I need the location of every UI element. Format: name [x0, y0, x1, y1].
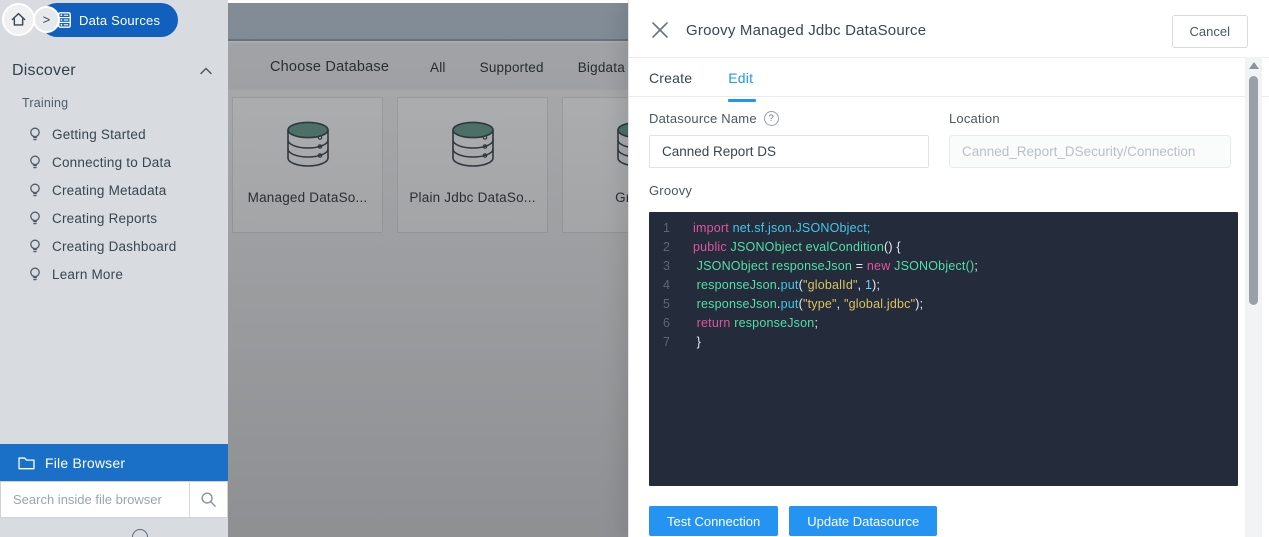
search-button[interactable]	[189, 482, 227, 517]
code-line-2: 2public JSONObject evalCondition() {	[649, 240, 1238, 259]
tab-create[interactable]: Create	[649, 70, 692, 102]
sidebar-item-label: Creating Dashboard	[52, 239, 176, 254]
filter-tab-supported[interactable]: Supported	[480, 60, 544, 75]
datasource-name-label: Datasource Name ?	[649, 111, 779, 126]
sidebar-item-connecting-to-data[interactable]: Connecting to Data	[0, 148, 228, 176]
database-cylinder-icon	[444, 116, 502, 172]
groovy-code-editor[interactable]: 1import net.sf.json.JSONObject;2public J…	[649, 212, 1238, 486]
drawer-tabs: Create Edit	[649, 70, 753, 102]
choose-database-title: Choose Database	[270, 59, 389, 75]
code-line-5: 5 responseJson.put("type", "global.jdbc"…	[649, 297, 1238, 316]
code-line-7: 7 }	[649, 335, 1238, 354]
folder-icon	[18, 456, 35, 470]
lightbulb-icon	[28, 267, 42, 282]
file-browser-search	[0, 481, 228, 518]
lightbulb-icon	[28, 127, 42, 142]
training-section-label: Training	[0, 80, 228, 110]
sidebar-item-creating-reports[interactable]: Creating Reports	[0, 204, 228, 232]
drawer-title: Groovy Managed Jdbc DataSource	[686, 22, 926, 39]
line-number: 7	[649, 335, 675, 354]
app-root: Data Sources > Discover Training Getting…	[0, 0, 1269, 537]
discover-header: Discover	[0, 44, 228, 80]
line-number: 6	[649, 316, 675, 335]
groovy-label: Groovy	[649, 183, 692, 198]
filter-tab-bigdata[interactable]: Bigdata	[578, 60, 625, 75]
database-filters: All Supported Bigdata	[430, 60, 625, 75]
line-number: 4	[649, 278, 675, 297]
main-top-strip	[228, 0, 628, 3]
close-icon[interactable]	[651, 21, 669, 39]
main-toolbar	[228, 3, 628, 41]
line-number: 2	[649, 240, 675, 259]
drawer-actions: Test Connection Update Datasource	[649, 506, 937, 536]
line-number: 5	[649, 297, 675, 316]
datasource-name-input[interactable]	[649, 135, 929, 168]
breadcrumb-chevron[interactable]: >	[33, 6, 60, 33]
lightbulb-icon	[28, 211, 42, 226]
breadcrumb-home-button[interactable]	[2, 3, 35, 36]
line-number: 1	[649, 221, 675, 240]
tab-edit[interactable]: Edit	[728, 70, 753, 102]
code-line-6: 6 return responseJson;	[649, 316, 1238, 335]
sidebar-item-learn-more[interactable]: Learn More	[0, 260, 228, 288]
file-browser-label: File Browser	[45, 455, 125, 471]
sidebar-item-label: Getting Started	[52, 127, 146, 142]
sidebar-item-label: Creating Metadata	[52, 183, 166, 198]
file-browser-button[interactable]: File Browser	[0, 444, 228, 481]
sidebar-nav: Getting Started Connecting to Data Creatin…	[0, 120, 228, 288]
sidebar-item-getting-started[interactable]: Getting Started	[0, 120, 228, 148]
divider	[629, 96, 1269, 97]
update-datasource-button[interactable]: Update Datasource	[789, 506, 937, 536]
database-card-plain-jdbc-dataso-[interactable]: Plain Jdbc DataSo...	[397, 97, 548, 233]
chevron-right-icon: >	[43, 12, 51, 27]
database-cylinder-icon	[609, 116, 629, 172]
lightbulb-icon	[28, 183, 42, 198]
breadcrumb-current-data-sources[interactable]: Data Sources	[40, 3, 178, 37]
test-connection-button[interactable]: Test Connection	[649, 506, 778, 536]
database-cylinder-icon	[279, 116, 337, 172]
search-icon	[200, 491, 217, 508]
drawer-scrollbar	[1245, 57, 1262, 537]
home-icon	[10, 11, 27, 28]
database-card-label: Groovy	[569, 190, 628, 205]
sidebar-item-creating-dashboard[interactable]: Creating Dashboard	[0, 232, 228, 260]
sidebar-item-label: Learn More	[52, 267, 123, 282]
scrollbar-thumb[interactable]	[1249, 76, 1258, 305]
main-content: Choose Database All Supported Bigdata Mana…	[228, 0, 628, 537]
discover-title: Discover	[12, 62, 76, 80]
sidebar-item-creating-metadata[interactable]: Creating Metadata	[0, 176, 228, 204]
database-card-groovy[interactable]: Groovy	[562, 97, 628, 233]
datasource-drawer: Groovy Managed Jdbc DataSource Cancel Cr…	[628, 0, 1269, 537]
filter-tab-all[interactable]: All	[430, 60, 446, 75]
database-card-label: Managed DataSo...	[239, 190, 376, 205]
location-label: Location	[949, 111, 1000, 126]
scrollbar-up-arrow[interactable]	[1249, 62, 1259, 69]
chevron-up-icon[interactable]	[200, 67, 212, 75]
divider	[629, 57, 1269, 58]
choose-database-header: Choose Database All Supported Bigdata	[228, 43, 628, 90]
line-number: 3	[649, 259, 675, 278]
database-cards: Managed DataSo... Plain Jdbc DataSo... Gro…	[232, 97, 628, 233]
help-icon[interactable]: ?	[764, 111, 779, 126]
code-line-4: 4 responseJson.put("globalId", 1);	[649, 278, 1238, 297]
lightbulb-icon	[28, 155, 42, 170]
sidebar-item-label: Connecting to Data	[52, 155, 171, 170]
database-card-label: Plain Jdbc DataSo...	[404, 190, 541, 205]
code-line-3: 3 JSONObject responseJson = new JSONObje…	[649, 259, 1238, 278]
sidebar: Data Sources > Discover Training Getting…	[0, 0, 228, 537]
search-input[interactable]	[1, 482, 189, 517]
cancel-button[interactable]: Cancel	[1172, 15, 1248, 48]
breadcrumb-current-label: Data Sources	[79, 13, 160, 28]
code-line-1: 1import net.sf.json.JSONObject;	[649, 221, 1238, 240]
database-card-managed-dataso-[interactable]: Managed DataSo...	[232, 97, 383, 233]
help-circle-partial	[132, 529, 148, 537]
lightbulb-icon	[28, 239, 42, 254]
sidebar-item-label: Creating Reports	[52, 211, 157, 226]
breadcrumb: Data Sources >	[0, 0, 228, 44]
location-input[interactable]	[949, 135, 1231, 168]
